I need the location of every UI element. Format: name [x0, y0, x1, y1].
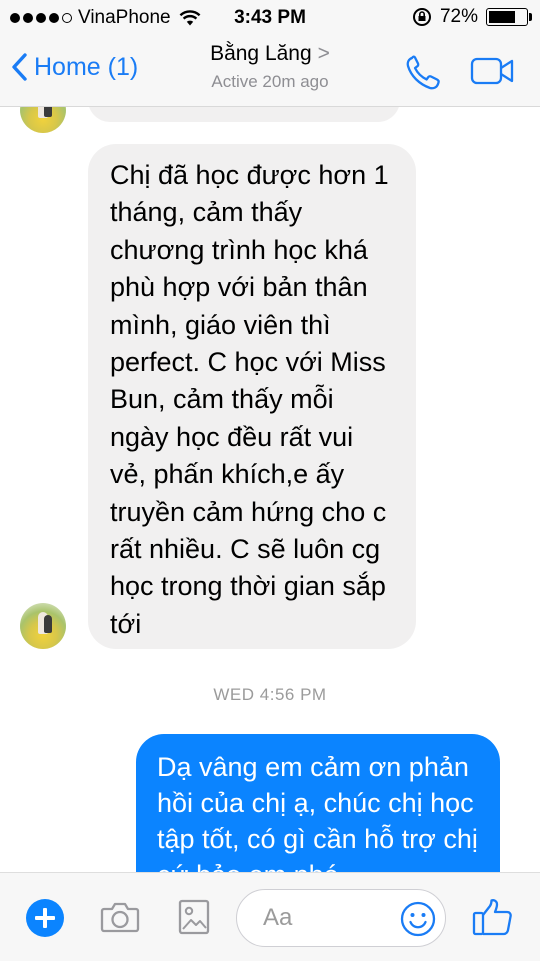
contact-title[interactable]: Bằng Lăng > Active 20m ago [0, 42, 540, 92]
rotation-lock-icon [412, 8, 431, 26]
incoming-message-text: Chị đã học được hơn 1 tháng, cảm thấy ch… [110, 160, 389, 639]
incoming-message-bubble[interactable] [88, 107, 400, 122]
contact-avatar[interactable] [20, 603, 66, 649]
conversation-header: Home (1) Bằng Lăng > Active 20m ago [0, 34, 540, 107]
outgoing-message-text: Dạ vâng em cảm ơn phản hồi của chị ạ, ch… [157, 752, 478, 872]
image-icon[interactable] [178, 899, 210, 935]
chevron-right-icon: > [317, 42, 330, 65]
message-timestamp: WED 4:56 PM [213, 685, 327, 704]
composer-bar: Aa [0, 872, 540, 961]
message-input-placeholder: Aa [263, 904, 293, 931]
phone-icon[interactable] [404, 54, 444, 92]
contact-name: Bằng Lăng [210, 42, 312, 65]
incoming-message-bubble[interactable]: Chị đã học được hơn 1 tháng, cảm thấy ch… [88, 144, 416, 649]
status-right: 72% [412, 6, 532, 28]
outgoing-message-bubble[interactable]: Dạ vâng em cảm ơn phản hồi của chị ạ, ch… [136, 734, 500, 872]
camera-icon[interactable] [100, 901, 140, 933]
status-bar: VinaPhone 3:43 PM 72% [0, 0, 540, 34]
contact-avatar [20, 107, 66, 133]
battery-level [489, 11, 515, 23]
battery-percent: 72% [439, 6, 478, 27]
message-input[interactable]: Aa [236, 889, 446, 947]
thumbs-up-icon[interactable] [472, 897, 514, 937]
battery-icon [486, 8, 532, 26]
active-status: Active 20m ago [211, 72, 329, 91]
emoji-icon[interactable] [399, 900, 437, 938]
plus-icon[interactable] [26, 899, 64, 937]
video-camera-icon[interactable] [470, 56, 516, 86]
message-list[interactable]: Chị đã học được hơn 1 tháng, cảm thấy ch… [0, 107, 540, 872]
